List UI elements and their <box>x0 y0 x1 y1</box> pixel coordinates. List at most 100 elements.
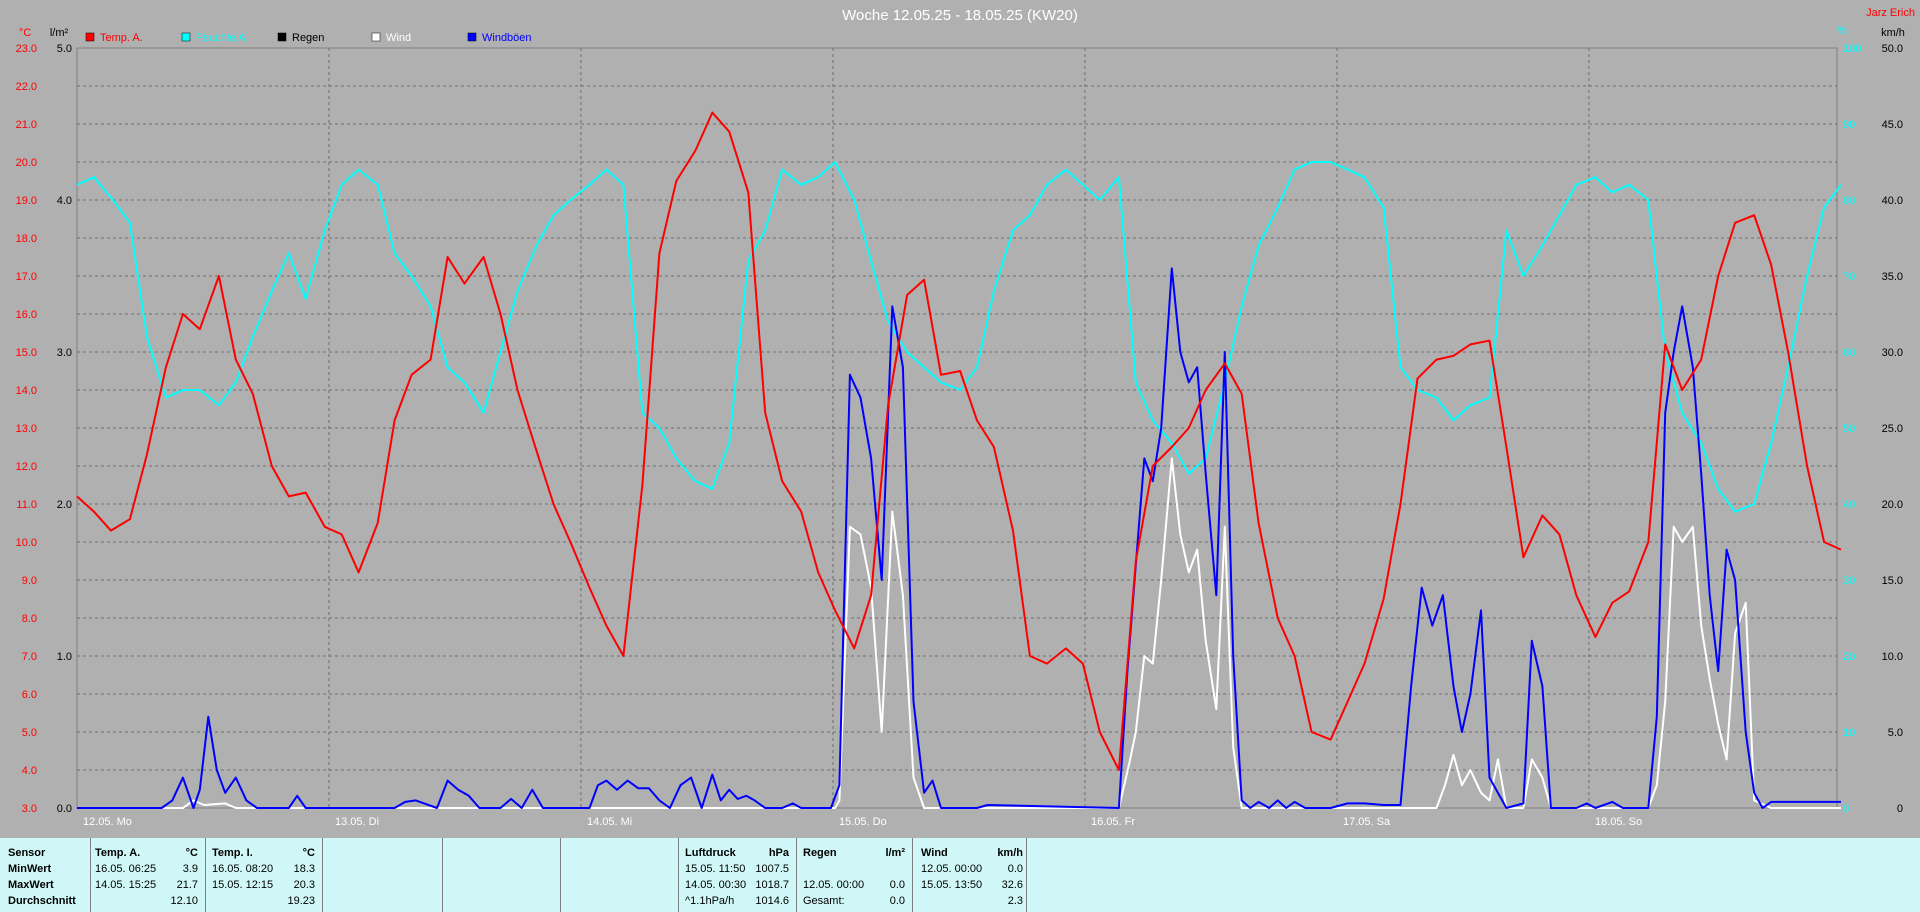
x-tick-label: 12.05. Mo <box>83 816 132 828</box>
stats-header-sensor: Sensor <box>8 847 46 859</box>
hum-tick-label: 90 <box>1843 119 1855 131</box>
statistics-panel: Sensor MinWert MaxWert Durchschnitt Temp… <box>0 838 1920 912</box>
hum-tick-label: 40 <box>1843 499 1855 511</box>
stats-temp-a-avg: 12.10 <box>170 895 198 907</box>
stats-unit-temp-i: °C <box>302 847 315 859</box>
legend-swatch <box>371 32 381 42</box>
stats-pressure-max: 1018.7 <box>755 879 789 891</box>
stats-end-divider <box>1026 838 1028 912</box>
stats-wind-col: Wind km/h 12.05. 00:00 0.0 15.05. 13:50 … <box>912 838 1027 912</box>
x-tick-label: 16.05. Fr <box>1091 816 1135 828</box>
stats-temp-i-min-time: 16.05. 08:20 <box>212 863 274 875</box>
rain-tick-label: 3.0 <box>57 347 72 359</box>
wind-tick-label: 15.0 <box>1882 575 1903 587</box>
stats-label-avg: Durchschnitt <box>8 895 76 907</box>
temp-tick-label: 23.0 <box>16 43 37 55</box>
temp-tick-label: 8.0 <box>22 613 37 625</box>
hum-tick-label: 50 <box>1843 423 1855 435</box>
rain-tick-label: 2.0 <box>57 499 72 511</box>
stats-unit-temp-a: °C <box>185 847 198 859</box>
stats-pressure-avg: 1014.6 <box>755 895 789 907</box>
temp-unit-label: °C <box>19 27 31 39</box>
legend-label: Wind <box>386 32 411 44</box>
temp-tick-label: 6.0 <box>22 689 37 701</box>
wind-tick-label: 20.0 <box>1882 499 1903 511</box>
stats-temp-i-avg: 19.23 <box>287 895 315 907</box>
stats-header-temp-i: Temp. I. <box>212 847 253 859</box>
temp-tick-label: 11.0 <box>16 499 37 511</box>
x-tick-label: 18.05. So <box>1595 816 1642 828</box>
stats-temp-i-max: 20.3 <box>293 879 315 891</box>
stats-empty-col-1 <box>322 838 443 912</box>
stats-pressure-min-time: 15.05. 11:50 <box>685 863 746 875</box>
wind-tick-label: 35.0 <box>1882 271 1903 283</box>
stats-temp-a-max: 21.7 <box>176 879 198 891</box>
stats-header-temp-a: Temp. A. <box>95 847 141 859</box>
temp-tick-label: 15.0 <box>16 347 37 359</box>
hum-tick-label: 100 <box>1843 43 1861 55</box>
stats-empty-col-3 <box>560 838 679 912</box>
weather-chart: Woche 12.05.25 - 18.05.25 (KW20) Jarz Er… <box>0 0 1920 838</box>
temp-tick-label: 4.0 <box>22 765 37 777</box>
wind-tick-label: 25.0 <box>1882 423 1903 435</box>
temp-tick-label: 5.0 <box>22 727 37 739</box>
stats-temp-i-col: Temp. I. °C 16.05. 08:20 18.3 15.05. 12:… <box>205 838 323 912</box>
stats-pressure-max-time: 14.05. 00:30 <box>685 879 747 891</box>
stats-wind-min: 0.0 <box>1007 863 1023 875</box>
stats-unit-rain: l/m² <box>885 847 905 859</box>
wind-tick-label: 5.0 <box>1888 727 1903 739</box>
stats-sensor-col: Sensor MinWert MaxWert Durchschnitt <box>0 838 90 912</box>
chart-title: Woche 12.05.25 - 18.05.25 (KW20) <box>842 7 1078 24</box>
stats-rain-total: 0.0 <box>889 895 905 907</box>
rain-tick-label: 4.0 <box>57 195 72 207</box>
legend-label: Feuchte A. <box>196 32 249 44</box>
stats-pressure-min: 1007.5 <box>755 863 789 875</box>
stats-label-min: MinWert <box>8 863 52 875</box>
stats-rain-max-time: 12.05. 00:00 <box>803 879 865 891</box>
wind-unit-label: km/h <box>1881 27 1905 39</box>
hum-tick-label: 0 <box>1843 803 1849 815</box>
stats-rain-col: Regen l/m² 12.05. 00:00 0.0 Gesamt: 0.0 <box>796 838 913 912</box>
wind-tick-label: 30.0 <box>1882 347 1903 359</box>
stats-unit-pressure: hPa <box>768 847 789 859</box>
stats-temp-a-min: 3.9 <box>182 863 198 875</box>
stats-header-rain: Regen <box>803 847 837 859</box>
legend-swatch <box>85 32 95 42</box>
hum-tick-label: 60 <box>1843 347 1855 359</box>
stats-rain-max: 0.0 <box>889 879 905 891</box>
stats-rain-total-label: Gesamt: <box>803 895 845 907</box>
temp-tick-label: 14.0 <box>16 385 37 397</box>
temp-tick-label: 21.0 <box>16 119 37 131</box>
wind-tick-label: 10.0 <box>1882 651 1903 663</box>
x-tick-label: 13.05. Di <box>335 816 379 828</box>
temp-tick-label: 13.0 <box>16 423 37 435</box>
x-tick-label: 17.05. Sa <box>1343 816 1391 828</box>
rain-tick-label: 5.0 <box>57 43 72 55</box>
stats-wind-min-time: 12.05. 00:00 <box>921 863 983 875</box>
temp-tick-label: 3.0 <box>22 803 37 815</box>
hum-tick-label: 30 <box>1843 575 1855 587</box>
stats-temp-a-min-time: 16.05. 06:25 <box>95 863 157 875</box>
legend-label: Windböen <box>482 32 532 44</box>
legend-swatch <box>181 32 191 42</box>
rain-unit-label: l/m² <box>50 27 69 39</box>
hum-tick-label: 20 <box>1843 651 1855 663</box>
rain-tick-label: 0.0 <box>57 803 72 815</box>
stats-pressure-trend: ^1.1hPa/h <box>685 895 735 907</box>
hum-tick-label: 80 <box>1843 195 1855 207</box>
stats-temp-i-max-time: 15.05. 12:15 <box>212 879 274 891</box>
wind-tick-label: 0 <box>1897 803 1903 815</box>
x-tick-label: 15.05. Do <box>839 816 887 828</box>
stats-unit-wind: km/h <box>997 847 1023 859</box>
temp-tick-label: 18.0 <box>16 233 37 245</box>
temp-tick-label: 19.0 <box>16 195 37 207</box>
rain-tick-label: 1.0 <box>57 651 72 663</box>
stats-temp-a-max-time: 14.05. 15:25 <box>95 879 157 891</box>
temp-tick-label: 12.0 <box>16 461 37 473</box>
hum-tick-label: 70 <box>1843 271 1855 283</box>
stats-wind-max: 32.6 <box>1001 879 1023 891</box>
temp-tick-label: 17.0 <box>16 271 37 283</box>
temp-tick-label: 22.0 <box>16 81 37 93</box>
stats-pressure-col: Luftdruck hPa 15.05. 11:50 1007.5 14.05.… <box>678 838 797 912</box>
temp-tick-label: 10.0 <box>16 537 37 549</box>
